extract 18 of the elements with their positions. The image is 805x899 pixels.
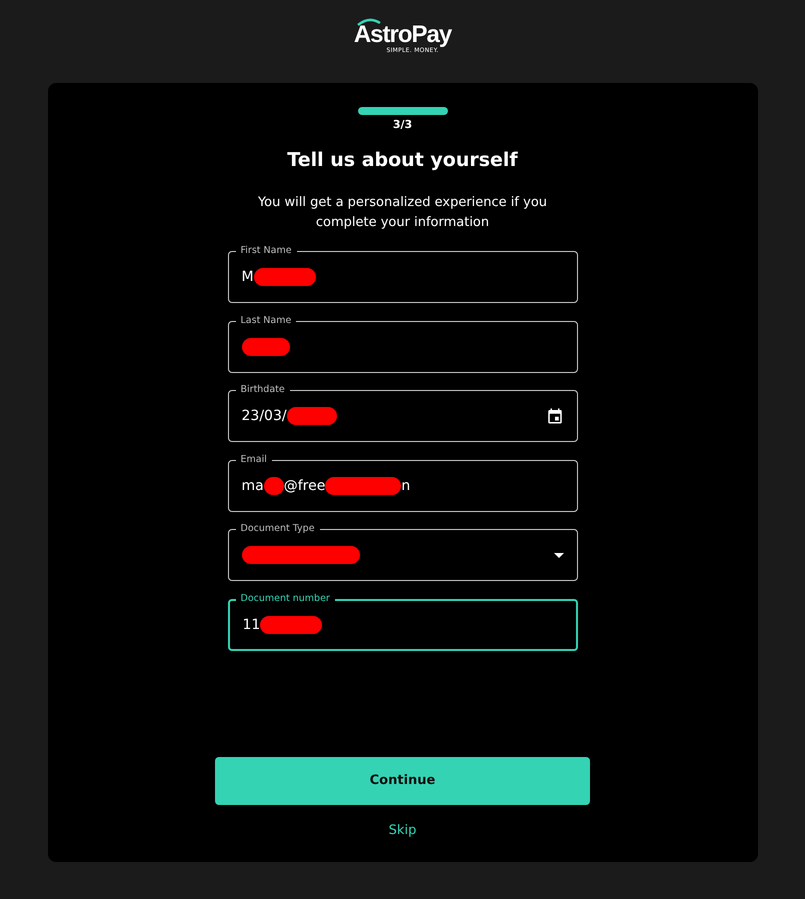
skip-link[interactable]: Skip (388, 822, 416, 838)
page-title: Tell us about yourself (287, 149, 518, 171)
field-label: Last Name (236, 314, 296, 326)
continue-button[interactable]: Continue (215, 756, 590, 804)
subtitle: You will get a personalized experience if you complete your information (256, 194, 548, 232)
field-label: Document number (236, 592, 335, 604)
field-value: ma (242, 478, 264, 494)
field-value: 11 (242, 616, 260, 632)
field-value: 23/03/ (242, 408, 287, 424)
calendar-icon[interactable] (546, 407, 564, 425)
field-label: Email (236, 454, 272, 466)
field-label: Document Type (236, 523, 320, 535)
field-value: @free (284, 478, 326, 494)
dropdown-caret-icon[interactable] (554, 552, 564, 558)
step-counter: 3/3 (392, 118, 412, 131)
redaction-mark (264, 476, 284, 494)
field-value: n (401, 478, 410, 494)
field-value: M (242, 269, 254, 285)
